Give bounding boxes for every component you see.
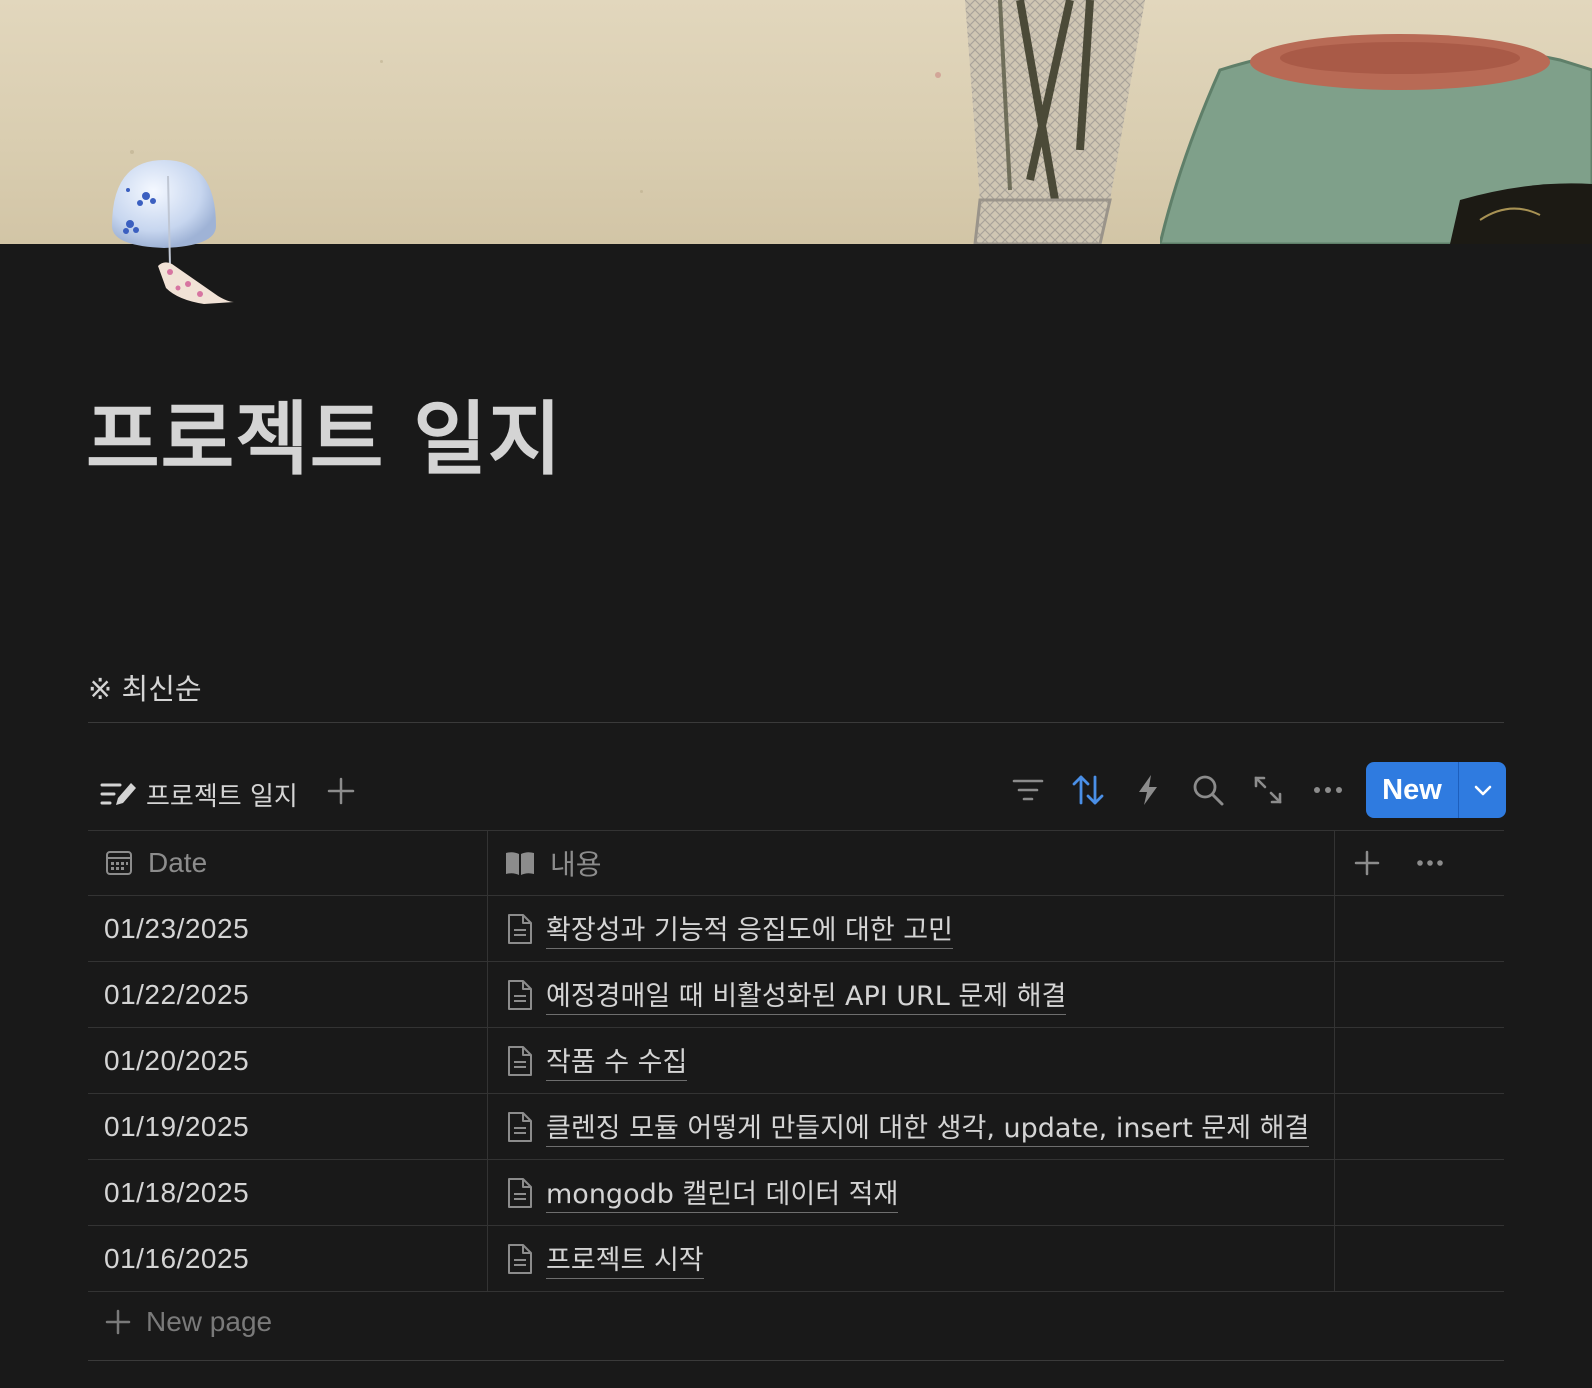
- column-more-icon[interactable]: [1415, 849, 1445, 877]
- title-cell[interactable]: 작품 수 수집: [487, 1027, 1335, 1094]
- page-document-icon: [508, 1177, 532, 1208]
- page-document-icon: [508, 913, 532, 944]
- title-cell[interactable]: 클렌징 모듈 어떻게 만들지에 대한 생각, update, insert 문제…: [487, 1093, 1335, 1160]
- new-page-label: New page: [146, 1306, 273, 1337]
- date-cell[interactable]: 01/22/2025: [88, 961, 488, 1028]
- wind-chime-icon[interactable]: [108, 156, 248, 312]
- title-cell[interactable]: mongodb 캘린더 데이터 적재: [487, 1159, 1335, 1226]
- column-header-date-label: Date: [148, 847, 208, 878]
- row-title-link[interactable]: 작품 수 수집: [546, 1040, 688, 1081]
- date-cell[interactable]: 01/19/2025: [88, 1093, 488, 1160]
- table-row[interactable]: 01/16/2025 프로젝트 시작: [88, 1225, 1504, 1292]
- page-title[interactable]: 프로젝트 일지: [86, 400, 562, 480]
- column-header-actions: [1334, 830, 1504, 896]
- row-title-link[interactable]: 클렌징 모듈 어떻게 만들지에 대한 생각, update, insert 문제…: [546, 1106, 1310, 1147]
- chevron-down-icon: [1474, 785, 1491, 796]
- table-row[interactable]: 01/22/2025 예정경매일 때 비활성화된 API URL 문제 해결: [88, 961, 1504, 1028]
- empty-cell: [1334, 1027, 1504, 1094]
- new-button[interactable]: New: [1366, 762, 1506, 818]
- row-date: 01/19/2025: [104, 1110, 250, 1142]
- sort-note: ※ 최신순: [88, 672, 202, 706]
- row-date: 01/18/2025: [104, 1176, 250, 1208]
- page-document-icon: [508, 1045, 532, 1076]
- list-edit-icon: [100, 783, 136, 805]
- page-document-icon: [508, 1243, 532, 1274]
- page-document-icon: [508, 979, 532, 1010]
- table-row[interactable]: 01/23/2025 확장성과 기능적 응집도에 대한 고민: [88, 895, 1504, 962]
- row-date: 01/20/2025: [104, 1044, 250, 1076]
- page-document-icon: [508, 1111, 532, 1142]
- column-header-content-label: 내용: [550, 849, 602, 880]
- date-cell[interactable]: 01/20/2025: [88, 1027, 488, 1094]
- column-header-date[interactable]: Date: [88, 830, 488, 896]
- view-tab[interactable]: 프로젝트 일지: [100, 772, 298, 816]
- table-header-row: Date 내용: [88, 830, 1504, 896]
- date-cell[interactable]: 01/23/2025: [88, 895, 488, 962]
- row-title-link[interactable]: 확장성과 기능적 응집도에 대한 고민: [546, 908, 953, 949]
- sort-icon[interactable]: [1070, 772, 1106, 808]
- expand-icon[interactable]: [1250, 772, 1286, 808]
- table-row[interactable]: 01/19/2025 클렌징 모듈 어떻게 만들지에 대한 생각, update…: [88, 1093, 1504, 1160]
- title-cell[interactable]: 프로젝트 시작: [487, 1225, 1335, 1292]
- automation-lightning-icon[interactable]: [1130, 772, 1166, 808]
- empty-cell: [1334, 895, 1504, 962]
- top-divider: [88, 722, 1504, 723]
- empty-cell: [1334, 1093, 1504, 1160]
- new-button-label[interactable]: New: [1366, 762, 1458, 818]
- row-title-link[interactable]: 프로젝트 시작: [546, 1238, 704, 1279]
- search-icon[interactable]: [1190, 772, 1226, 808]
- row-title-link[interactable]: mongodb 캘린더 데이터 적재: [546, 1172, 899, 1213]
- title-cell[interactable]: 예정경매일 때 비활성화된 API URL 문제 해결: [487, 961, 1335, 1028]
- date-cell[interactable]: 01/16/2025: [88, 1225, 488, 1292]
- empty-cell: [1334, 961, 1504, 1028]
- plus-icon: [105, 1309, 131, 1335]
- row-title-link[interactable]: 예정경매일 때 비활성화된 API URL 문제 해결: [546, 974, 1067, 1015]
- cover-lattice-vase: [965, 0, 1145, 244]
- column-header-content[interactable]: 내용: [487, 830, 1335, 896]
- calendar-icon: [106, 851, 132, 875]
- database-table: Date 내용 01/23/2025 확장성과 기능적 응집도에 대한 고민 0…: [88, 830, 1504, 1292]
- row-date: 01/16/2025: [104, 1242, 250, 1274]
- view-tab-label: 프로젝트 일지: [146, 781, 298, 812]
- row-date: 01/22/2025: [104, 978, 250, 1010]
- table-row[interactable]: 01/20/2025 작품 수 수집: [88, 1027, 1504, 1094]
- filter-icon[interactable]: [1010, 772, 1046, 808]
- bottom-divider: [88, 1360, 1504, 1361]
- empty-cell: [1334, 1225, 1504, 1292]
- more-options-icon[interactable]: [1310, 772, 1346, 808]
- new-page-row[interactable]: New page: [104, 1306, 272, 1338]
- new-button-dropdown[interactable]: [1459, 762, 1506, 818]
- date-cell[interactable]: 01/18/2025: [88, 1159, 488, 1226]
- title-cell[interactable]: 확장성과 기능적 응집도에 대한 고민: [487, 895, 1335, 962]
- empty-cell: [1334, 1159, 1504, 1226]
- book-icon: [506, 852, 534, 875]
- add-view-icon[interactable]: [326, 776, 356, 806]
- row-date: 01/23/2025: [104, 912, 250, 944]
- add-property-icon[interactable]: [1353, 849, 1381, 877]
- cover-green-pot: [1160, 34, 1592, 244]
- table-row[interactable]: 01/18/2025 mongodb 캘린더 데이터 적재: [88, 1159, 1504, 1226]
